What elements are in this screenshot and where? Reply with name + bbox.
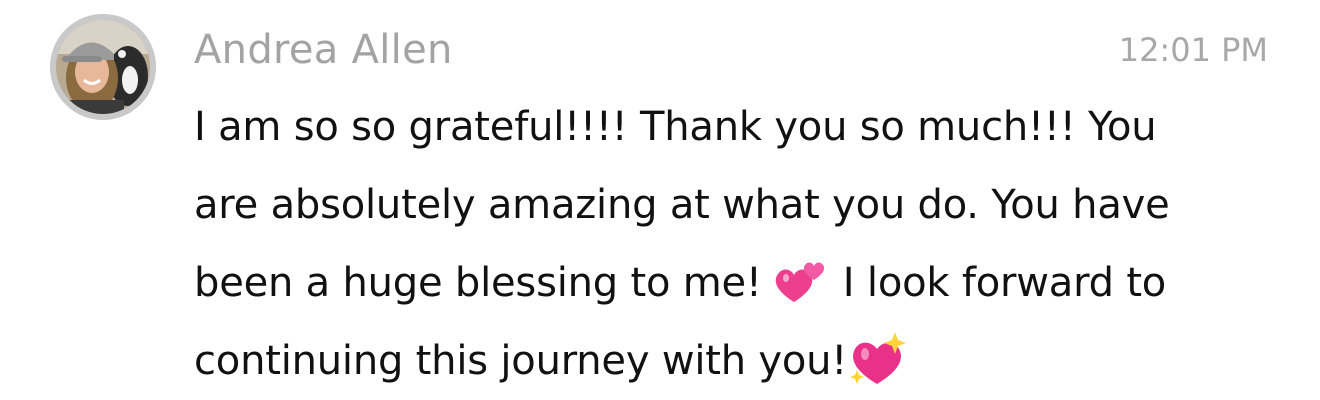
chat-message: Andrea Allen 12:01 PM I am so so gratefu… [0,0,1320,400]
sender-name[interactable]: Andrea Allen [194,22,453,78]
message-text: been a huge blessing to me! [194,260,775,306]
message-body: I am so so grateful!!!! Thank you so muc… [194,88,1284,400]
avatar[interactable] [50,14,156,120]
message-timestamp: 12:01 PM [1118,31,1268,69]
message-line: I am so so grateful!!!! Thank you so muc… [194,104,1157,150]
two-hearts-icon [774,256,830,306]
message-line: are absolutely amazing at what you do. Y… [194,182,1170,228]
message-line: been a huge blessing to me! I look forwa… [194,244,1284,322]
message-line: continuing this journey with you! [194,322,1284,400]
message-text: I look forward to [830,260,1167,306]
message-text: continuing this journey with you! [194,338,848,384]
sparkling-heart-icon [847,330,907,388]
